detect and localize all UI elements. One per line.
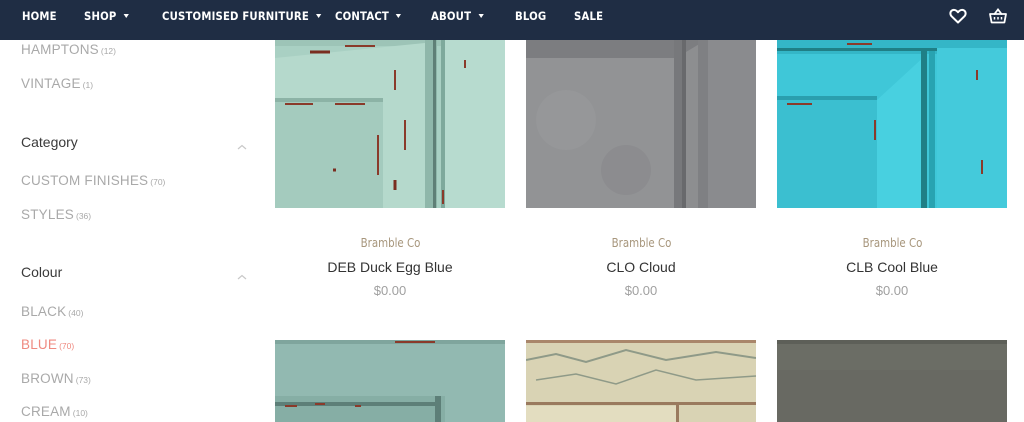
filter-black[interactable]: BLACK (40) — [21, 304, 83, 319]
product-image[interactable] — [777, 340, 1007, 422]
product-image[interactable] — [275, 40, 505, 208]
colour-heading[interactable]: Colour — [21, 264, 62, 280]
filter-label: BROWN — [21, 371, 74, 386]
filter-label: VINTAGE — [21, 76, 81, 91]
filter-custom-finishes[interactable]: CUSTOM FINISHES (70) — [21, 173, 165, 188]
chevron-down-icon — [478, 13, 484, 18]
product-price: $0.00 — [373, 283, 407, 298]
nav-shop-label: SHOP — [84, 9, 117, 23]
chevron-down-icon — [123, 13, 129, 18]
chevron-up-icon[interactable] — [236, 268, 248, 280]
chevron-up-icon[interactable] — [236, 138, 248, 150]
filter-count: (10) — [72, 408, 88, 418]
filter-vintage[interactable]: VINTAGE (1) — [21, 76, 93, 91]
category-heading[interactable]: Category — [21, 134, 78, 150]
nav-about[interactable]: ABOUT — [431, 0, 484, 34]
nav-sale-label: SALE — [574, 9, 604, 23]
filter-label: CUSTOM FINISHES — [21, 173, 149, 188]
nav-shop[interactable]: SHOP — [84, 0, 129, 34]
nav-customised-furniture[interactable]: CUSTOMISED FURNITURE — [162, 0, 322, 34]
chevron-down-icon — [396, 13, 402, 18]
product-name[interactable]: CLO Cloud — [526, 259, 756, 275]
filter-count: (40) — [68, 308, 84, 318]
nav-contact[interactable]: CONTACT — [335, 0, 402, 34]
colour-title: Colour — [21, 264, 63, 280]
nav-about-label: ABOUT — [431, 9, 472, 23]
filter-blue[interactable]: BLUE (70) — [21, 337, 74, 352]
nav-home[interactable]: HOME — [22, 0, 57, 34]
filter-count: (12) — [100, 46, 116, 56]
top-nav-bar: HOME SHOP CUSTOMISED FURNITURE CONTACT A… — [0, 0, 1024, 40]
product-image[interactable] — [526, 340, 756, 422]
product-brand[interactable]: Bramble Co — [777, 235, 1007, 250]
filter-hamptons[interactable]: HAMPTONS (12) — [21, 42, 116, 57]
heart-icon[interactable] — [948, 6, 968, 26]
nav-blog-label: BLOG — [515, 9, 547, 23]
product-image[interactable] — [526, 40, 756, 208]
product-image[interactable] — [777, 40, 1007, 208]
filter-label: HAMPTONS — [21, 42, 99, 57]
filter-count: (36) — [75, 211, 92, 221]
product-name[interactable]: DEB Duck Egg Blue — [275, 259, 505, 275]
basket-icon[interactable] — [988, 6, 1008, 26]
filter-count: (70) — [59, 341, 75, 351]
product-brand[interactable]: Bramble Co — [275, 235, 505, 250]
product-image[interactable] — [275, 340, 505, 422]
nav-contact-label: CONTACT — [335, 9, 390, 23]
nav-sale[interactable]: SALE — [574, 0, 603, 34]
filter-cream[interactable]: CREAM (10) — [21, 404, 88, 419]
filter-label: CREAM — [21, 404, 71, 419]
filter-count: (1) — [82, 80, 94, 90]
product-price: $0.00 — [624, 283, 658, 298]
product-price: $0.00 — [875, 283, 909, 298]
filter-label: STYLES — [21, 207, 74, 222]
filter-label: BLUE — [21, 337, 58, 352]
nav-home-label: HOME — [22, 9, 57, 23]
nav-blog[interactable]: BLOG — [515, 0, 546, 34]
filter-brown[interactable]: BROWN (73) — [21, 371, 91, 386]
nav-customised-furniture-label: CUSTOMISED FURNITURE — [162, 9, 309, 23]
product-name[interactable]: CLB Cool Blue — [777, 259, 1007, 275]
filter-label: BLACK — [21, 304, 67, 319]
chevron-down-icon — [315, 13, 322, 18]
product-brand[interactable]: Bramble Co — [526, 235, 756, 250]
filter-count: (70) — [150, 177, 166, 187]
category-title: Category — [21, 134, 78, 150]
filter-count: (73) — [75, 375, 91, 385]
filter-styles[interactable]: STYLES (36) — [21, 207, 91, 222]
